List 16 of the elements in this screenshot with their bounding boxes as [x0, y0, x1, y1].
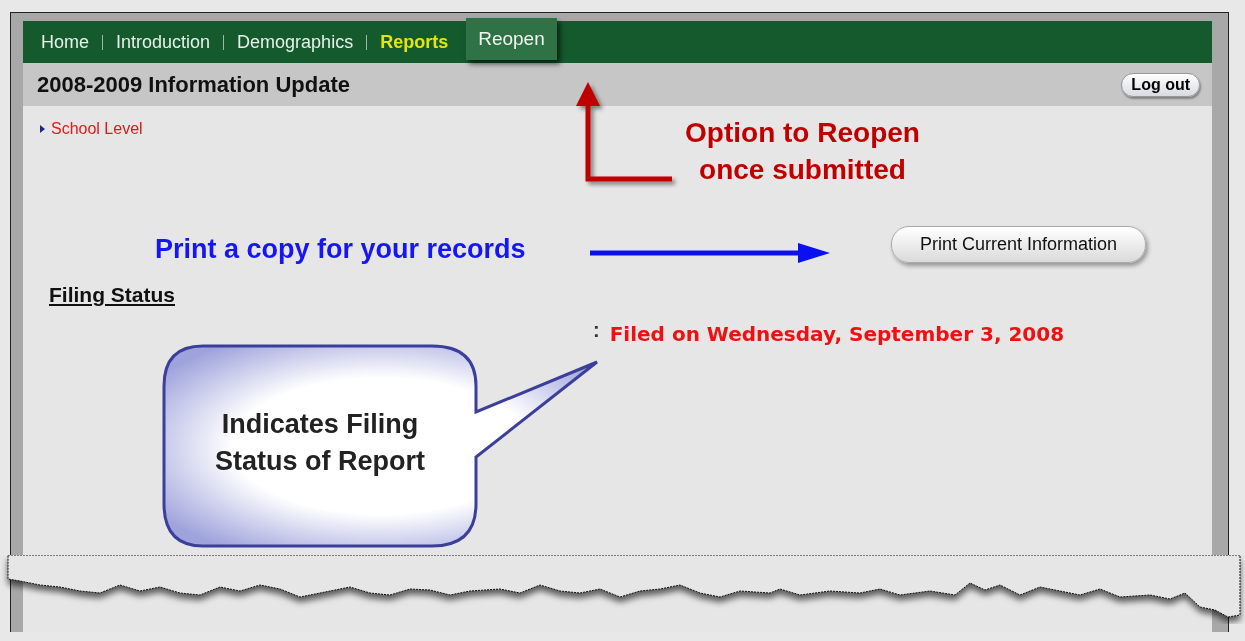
print-button[interactable]: Print Current Information	[890, 226, 1146, 263]
section-heading: Filing Status	[49, 283, 175, 307]
sidebar-link[interactable]: School Level	[51, 120, 143, 138]
annotation-text: Print a copy for your records	[155, 234, 526, 265]
nav-link[interactable]: Demographics	[229, 31, 362, 53]
colon-separator: :	[593, 319, 600, 343]
nav-link[interactable]: Introduction	[108, 31, 219, 53]
annotation-text: Option to Reopen once submitted	[684, 116, 921, 187]
nav-link[interactable]: Home	[33, 31, 97, 53]
logout-button[interactable]: Log out	[1121, 72, 1200, 97]
nav-tab-button[interactable]: Reopen	[466, 18, 557, 60]
nav-link[interactable]: Reports	[372, 31, 457, 53]
page-title: 2008-2009 Information Update	[37, 71, 350, 98]
callout-text: Indicates Filing Status of Report	[214, 408, 426, 478]
triangle-icon	[40, 125, 45, 133]
filing-status-text: Filed on Wednesday, September 3, 2008	[609, 321, 1066, 348]
